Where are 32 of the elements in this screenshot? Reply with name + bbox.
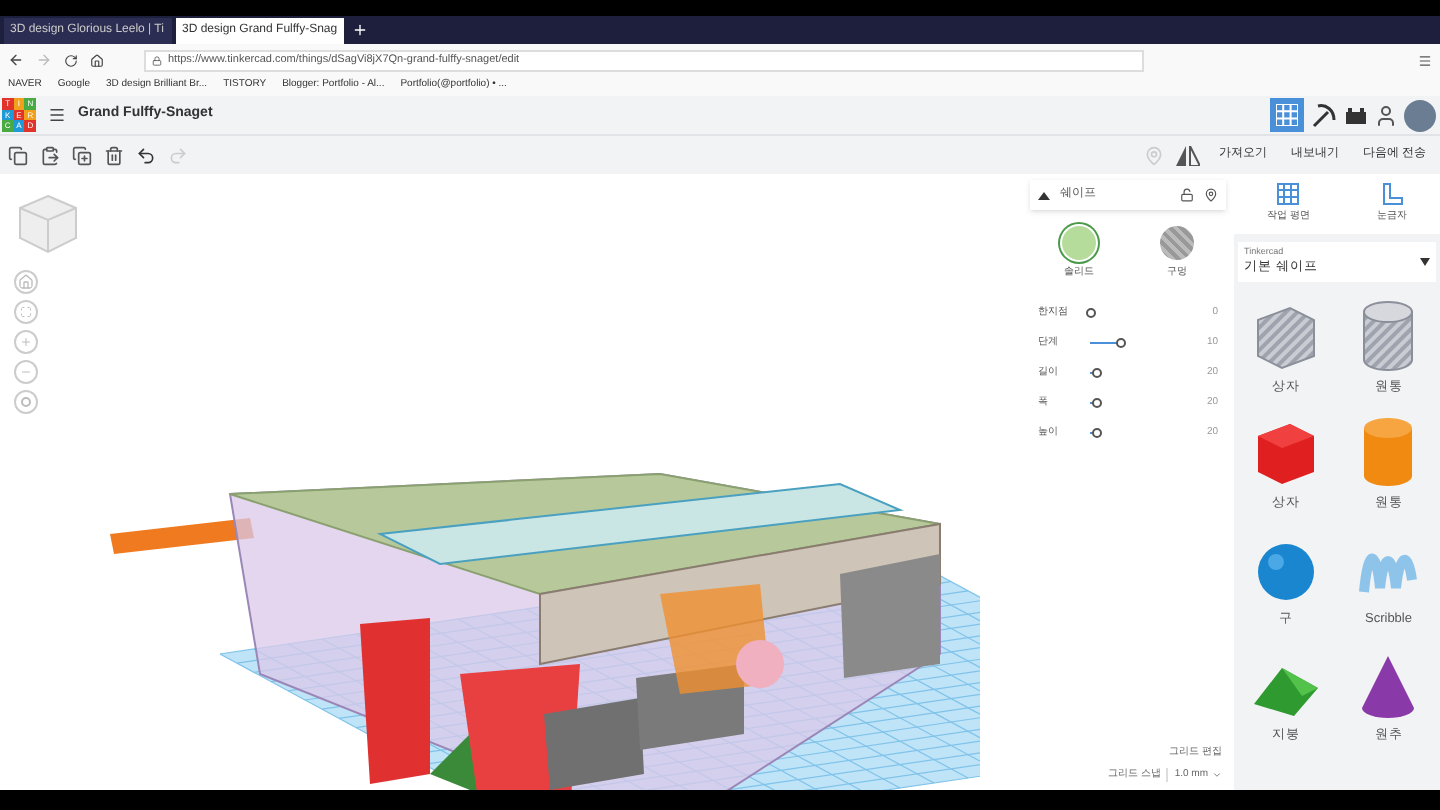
back-icon[interactable] xyxy=(8,52,24,68)
ruler-icon xyxy=(1379,182,1404,206)
workplane-icon xyxy=(1276,182,1301,206)
design-list-icon[interactable] xyxy=(48,106,66,124)
reload-icon[interactable] xyxy=(64,53,78,67)
undo-icon[interactable] xyxy=(136,145,156,165)
slider-thumb[interactable] xyxy=(1086,308,1096,318)
lock-icon[interactable] xyxy=(1180,188,1194,202)
menu-icon[interactable] xyxy=(1418,53,1432,67)
slider-thumb[interactable] xyxy=(1091,368,1101,378)
grid-icon xyxy=(1276,104,1298,126)
paste-icon[interactable] xyxy=(40,145,60,165)
new-tab-icon[interactable] xyxy=(352,22,368,38)
bricks-icon[interactable] xyxy=(1344,105,1368,125)
avatar[interactable] xyxy=(1404,99,1436,131)
sphere-shape-icon xyxy=(1253,540,1318,605)
home-icon[interactable] xyxy=(90,53,104,67)
trash-icon[interactable] xyxy=(104,145,124,165)
collapse-icon[interactable] xyxy=(1038,191,1050,199)
cylinder-shape-icon xyxy=(1358,300,1419,373)
caret-icon xyxy=(1420,257,1430,266)
mirror-icon[interactable] xyxy=(1176,145,1201,165)
caret-icon xyxy=(1212,769,1222,780)
slider-thumb[interactable] xyxy=(1116,338,1126,348)
duplicate-icon[interactable] xyxy=(72,145,92,165)
lock-icon xyxy=(152,55,162,65)
slider-thumb[interactable] xyxy=(1091,428,1101,438)
user-icon[interactable] xyxy=(1374,103,1398,127)
copy-icon[interactable] xyxy=(8,145,28,165)
pickaxe-icon[interactable] xyxy=(1310,101,1338,129)
slider-thumb[interactable] xyxy=(1091,398,1101,408)
cone-shape-icon xyxy=(1358,652,1419,721)
